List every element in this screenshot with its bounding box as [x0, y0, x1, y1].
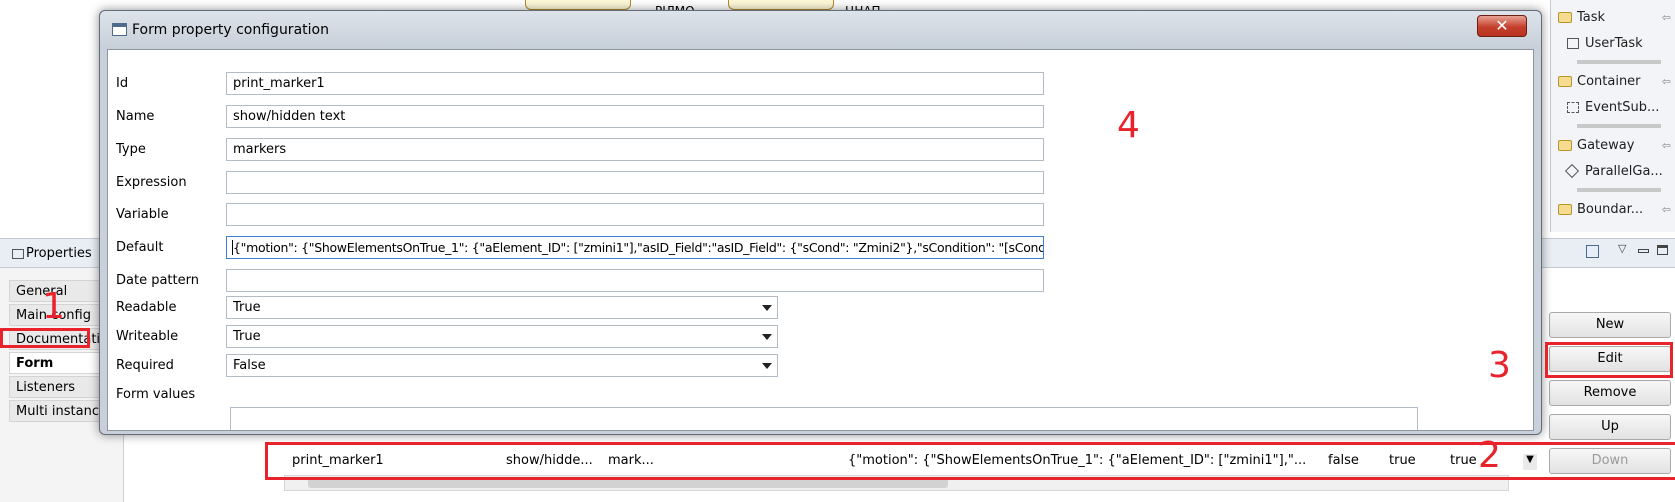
- variable-label: Variable: [116, 207, 169, 222]
- readable-label: Readable: [116, 300, 177, 315]
- maximize-icon[interactable]: [1657, 245, 1668, 255]
- annotation-number-4: 4: [1117, 105, 1140, 146]
- palette-item-label: EventSub...: [1585, 100, 1660, 115]
- properties-title: Properties: [26, 246, 92, 261]
- folder-icon: [1558, 204, 1572, 215]
- expression-label: Expression: [116, 175, 187, 190]
- text-cursor: [232, 240, 233, 255]
- palette-group-label: Task: [1577, 10, 1606, 25]
- usertask-icon: [1567, 38, 1579, 49]
- date-pattern-label: Date pattern: [116, 273, 199, 288]
- palette-item-parallelgateway[interactable]: ParallelGa...: [1561, 160, 1673, 184]
- type-field[interactable]: markers: [226, 138, 1044, 161]
- remove-button[interactable]: Remove: [1549, 380, 1671, 406]
- palette-group-boundary[interactable]: Boundar... ⇦: [1555, 198, 1673, 222]
- name-field[interactable]: show/hidden text: [226, 105, 1044, 128]
- chevron-down-icon: [762, 305, 772, 311]
- readable-select[interactable]: True: [226, 296, 778, 319]
- folder-icon: [1558, 76, 1572, 87]
- properties-icon: [12, 249, 24, 259]
- required-label: Required: [116, 358, 174, 373]
- minimize-icon[interactable]: [1638, 249, 1649, 253]
- dialog-content: Id print_marker1 Name show/hidden text T…: [107, 49, 1534, 431]
- annotation-number-2: 2: [1478, 435, 1501, 476]
- palette-group-gateway[interactable]: Gateway ⇦: [1555, 134, 1673, 158]
- name-label: Name: [116, 109, 155, 124]
- up-button[interactable]: Up: [1549, 414, 1671, 440]
- annotation-number-1: 1: [42, 286, 65, 327]
- palette-group-label: Boundar...: [1577, 202, 1644, 217]
- view-menu-icon[interactable]: ▽: [1618, 242, 1626, 255]
- expression-field[interactable]: [226, 171, 1044, 194]
- diagram-task-node[interactable]: [525, 0, 631, 10]
- palette-group-label: Container: [1577, 74, 1641, 89]
- annotation-box-table-row: [265, 442, 1675, 480]
- palette-group-label: Gateway: [1577, 138, 1635, 153]
- gateway-icon: [1564, 163, 1580, 179]
- type-label: Type: [116, 142, 146, 157]
- date-pattern-field[interactable]: [226, 269, 1044, 292]
- new-window-icon[interactable]: [1586, 245, 1599, 258]
- palette-separator: [1577, 188, 1661, 192]
- default-label: Default: [116, 240, 164, 255]
- palette-separator: [1577, 60, 1661, 64]
- annotation-number-3: 3: [1488, 345, 1511, 386]
- default-field[interactable]: {"motion": {"ShowElementsOnTrue_1": {"aE…: [226, 236, 1044, 259]
- palette-item-usertask[interactable]: UserTask: [1561, 32, 1673, 56]
- readable-value: True: [233, 300, 261, 315]
- new-button[interactable]: New: [1549, 312, 1671, 338]
- palette-item-label: UserTask: [1585, 36, 1643, 51]
- writeable-value: True: [233, 329, 261, 344]
- palette-panel: Task ⇦ UserTask Container ⇦ EventSub... …: [1550, 0, 1675, 232]
- id-label: Id: [116, 76, 129, 91]
- dialog-title: Form property configuration: [132, 22, 329, 38]
- palette-item-label: ParallelGa...: [1585, 164, 1663, 179]
- folder-icon: [1558, 140, 1572, 151]
- collapse-icon[interactable]: ⇦: [1662, 134, 1671, 158]
- palette-group-task[interactable]: Task ⇦: [1555, 6, 1673, 30]
- form-property-dialog: Form property configuration ✕ Id print_m…: [99, 10, 1542, 435]
- window-icon: [112, 23, 127, 36]
- writeable-select[interactable]: True: [226, 325, 778, 348]
- annotation-box-form-tab: [0, 328, 90, 348]
- annotation-box-edit-button: [1545, 342, 1673, 378]
- collapse-icon[interactable]: ⇦: [1662, 6, 1671, 30]
- chevron-down-icon: [762, 334, 772, 340]
- chevron-down-icon: [762, 363, 772, 369]
- form-values-table[interactable]: [230, 407, 1418, 430]
- palette-separator: [1577, 124, 1661, 128]
- eventsubprocess-icon: [1567, 102, 1579, 113]
- writeable-label: Writeable: [116, 329, 179, 344]
- default-field-value: {"motion": {"ShowElementsOnTrue_1": {"aE…: [233, 240, 1044, 255]
- variable-field[interactable]: [226, 203, 1044, 226]
- collapse-icon[interactable]: ⇦: [1662, 198, 1671, 222]
- collapse-icon[interactable]: ⇦: [1662, 70, 1671, 94]
- form-values-label: Form values: [116, 387, 196, 402]
- required-value: False: [233, 358, 266, 373]
- required-select[interactable]: False: [226, 354, 778, 377]
- folder-icon: [1558, 12, 1572, 23]
- palette-group-container[interactable]: Container ⇦: [1555, 70, 1673, 94]
- palette-item-eventsubprocess[interactable]: EventSub...: [1561, 96, 1673, 120]
- close-button[interactable]: ✕: [1477, 15, 1527, 37]
- id-field[interactable]: print_marker1: [226, 72, 1044, 95]
- diagram-task-node[interactable]: [728, 0, 834, 10]
